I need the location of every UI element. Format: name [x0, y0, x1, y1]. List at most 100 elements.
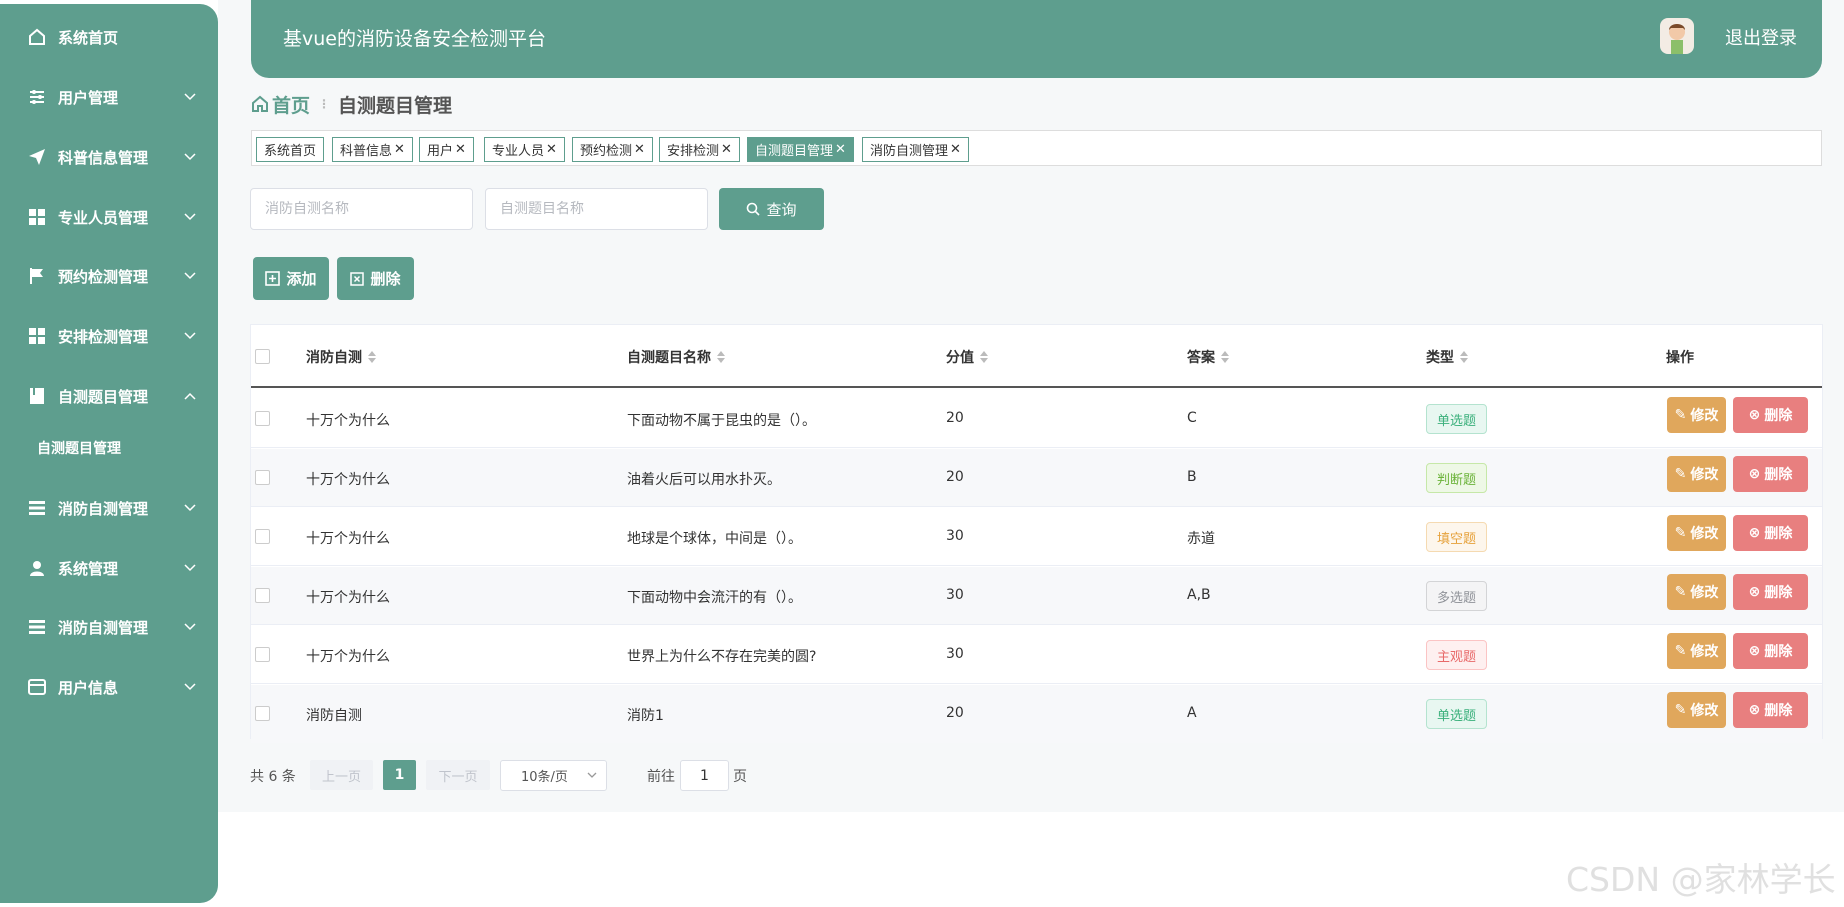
- tab-schedule[interactable]: 安排检测 ✕: [659, 137, 740, 162]
- cell-score: 20: [946, 410, 964, 426]
- bulk-delete-button[interactable]: 删除: [337, 257, 414, 300]
- sidebar-item-schedule[interactable]: 安排检测管理: [0, 306, 218, 366]
- chevron-down-icon: [183, 90, 197, 104]
- edit-button[interactable]: ✎ 修改: [1667, 633, 1726, 669]
- chevron-down-icon: [587, 769, 597, 784]
- sidebar-item-users[interactable]: 用户管理: [0, 67, 218, 127]
- sidebar-item-fire-test[interactable]: 消防自测管理: [0, 478, 218, 538]
- row-checkbox[interactable]: [255, 470, 270, 485]
- sidebar-item-booking[interactable]: 预约检测管理: [0, 246, 218, 306]
- sidebar-item-home[interactable]: 系统首页: [0, 7, 218, 67]
- column-header-actions: 操作: [1666, 350, 1694, 366]
- delete-button[interactable]: ⊗ 删除: [1733, 692, 1808, 728]
- tab-home[interactable]: 系统首页: [256, 137, 325, 162]
- tab-science[interactable]: 科普信息 ✕: [332, 137, 413, 162]
- chevron-down-icon: [183, 561, 197, 575]
- close-icon[interactable]: ✕: [394, 142, 405, 157]
- type-badge: 单选题: [1426, 699, 1488, 729]
- sidebar-item-staff[interactable]: 专业人员管理: [0, 187, 218, 247]
- sort-icon[interactable]: [980, 351, 988, 363]
- tab-fire-test[interactable]: 消防自测管理 ✕: [862, 137, 969, 162]
- home-icon: [27, 27, 47, 47]
- close-icon[interactable]: ✕: [950, 142, 961, 157]
- chevron-down-icon: [183, 620, 197, 634]
- edit-button[interactable]: ✎ 修改: [1667, 515, 1726, 551]
- column-header-answer[interactable]: 答案: [1187, 347, 1229, 367]
- search-button[interactable]: 查询: [719, 188, 824, 230]
- question-name-input[interactable]: [485, 188, 708, 230]
- edit-button[interactable]: ✎ 修改: [1667, 692, 1726, 728]
- tab-questions[interactable]: 自测题目管理 ✕: [747, 137, 854, 162]
- sidebar-item-label: 安排检测管理: [58, 327, 149, 346]
- row-checkbox[interactable]: [255, 588, 270, 603]
- book-icon: [27, 386, 47, 406]
- row-checkbox[interactable]: [255, 706, 270, 721]
- sidebar-item-science[interactable]: 科普信息管理: [0, 127, 218, 187]
- sidebar-subitem-label: 自测题目管理: [37, 441, 121, 457]
- sidebar-item-system[interactable]: 系统管理: [0, 538, 218, 598]
- sliders-icon: [27, 87, 47, 107]
- goto-page-input[interactable]: [680, 760, 729, 791]
- sort-icon[interactable]: [1460, 351, 1468, 363]
- cell-answer: B: [1187, 469, 1197, 485]
- close-circle-icon: ⊗: [1748, 643, 1761, 659]
- test-name-input[interactable]: [250, 188, 473, 230]
- row-checkbox[interactable]: [255, 529, 270, 544]
- page-number-1[interactable]: 1: [383, 760, 416, 790]
- sidebar-item-label: 系统管理: [58, 559, 119, 578]
- chevron-down-icon: [183, 329, 197, 343]
- edit-button[interactable]: ✎ 修改: [1667, 456, 1726, 492]
- close-circle-icon: ⊗: [1748, 466, 1761, 482]
- row-checkbox[interactable]: [255, 647, 270, 662]
- sort-icon[interactable]: [368, 351, 376, 363]
- sort-icon[interactable]: [1221, 351, 1229, 363]
- sort-icon[interactable]: [717, 351, 725, 363]
- flag-icon: [27, 266, 47, 286]
- edit-icon: ✎: [1674, 466, 1687, 482]
- row-checkbox[interactable]: [255, 411, 270, 426]
- table-row: 十万个为什么 下面动物中会流汗的有（）。 30 A,B 多选题 ✎ 修改 ⊗ 删除: [251, 567, 1822, 625]
- close-icon[interactable]: ✕: [634, 142, 645, 157]
- delete-button[interactable]: ⊗ 删除: [1733, 574, 1808, 610]
- breadcrumb-home[interactable]: 首页: [251, 91, 310, 118]
- close-circle-icon: ⊗: [1748, 525, 1761, 541]
- sidebar-item-user-info[interactable]: 用户信息: [0, 657, 218, 717]
- table-header: 消防自测 自测题目名称 分值 答案 类型 操作: [251, 325, 1822, 388]
- delete-button[interactable]: ⊗ 删除: [1733, 397, 1808, 433]
- close-circle-icon: ⊗: [1748, 702, 1761, 718]
- add-button[interactable]: 添加: [253, 257, 329, 300]
- column-header-test[interactable]: 消防自测: [306, 347, 376, 367]
- edit-button[interactable]: ✎ 修改: [1667, 397, 1726, 433]
- edit-button[interactable]: ✎ 修改: [1667, 574, 1726, 610]
- pagination-total: 共 6 条: [250, 769, 296, 785]
- logout-button[interactable]: 退出登录: [1675, 24, 1797, 50]
- column-header-score[interactable]: 分值: [946, 347, 988, 367]
- page-size-select[interactable]: 10条/页: [500, 760, 607, 791]
- type-badge: 多选题: [1426, 581, 1488, 611]
- delete-button[interactable]: ⊗ 删除: [1733, 456, 1808, 492]
- delete-button[interactable]: ⊗ 删除: [1733, 633, 1808, 669]
- close-icon[interactable]: ✕: [721, 142, 732, 157]
- cell-test: 十万个为什么: [306, 649, 390, 665]
- prev-page-button[interactable]: 上一页: [310, 760, 373, 790]
- close-icon[interactable]: ✕: [546, 142, 557, 157]
- tab-users[interactable]: 用户 ✕: [419, 137, 474, 162]
- cell-test: 十万个为什么: [306, 413, 390, 429]
- next-page-button[interactable]: 下一页: [426, 760, 490, 790]
- cell-question: 地球是个球体，中间是（）。: [627, 531, 802, 547]
- tab-staff[interactable]: 专业人员 ✕: [484, 137, 565, 162]
- sidebar-item-label: 用户信息: [58, 678, 119, 697]
- delete-button[interactable]: ⊗ 删除: [1733, 515, 1808, 551]
- tab-booking[interactable]: 预约检测 ✕: [572, 137, 653, 162]
- column-header-question[interactable]: 自测题目名称: [627, 347, 725, 367]
- column-header-type[interactable]: 类型: [1426, 347, 1468, 367]
- sidebar-item-fire-test-2[interactable]: 消防自测管理: [0, 597, 218, 657]
- select-all-checkbox[interactable]: [255, 349, 270, 364]
- close-icon[interactable]: ✕: [835, 142, 846, 157]
- cell-test: 十万个为什么: [306, 531, 390, 547]
- sidebar-subitem-questions[interactable]: 自测题目管理: [0, 428, 218, 468]
- type-badge: 单选题: [1426, 404, 1488, 434]
- close-icon[interactable]: ✕: [455, 142, 466, 157]
- sidebar-item-questions[interactable]: 自测题目管理: [0, 366, 218, 426]
- sidebar-item-label: 科普信息管理: [58, 148, 149, 167]
